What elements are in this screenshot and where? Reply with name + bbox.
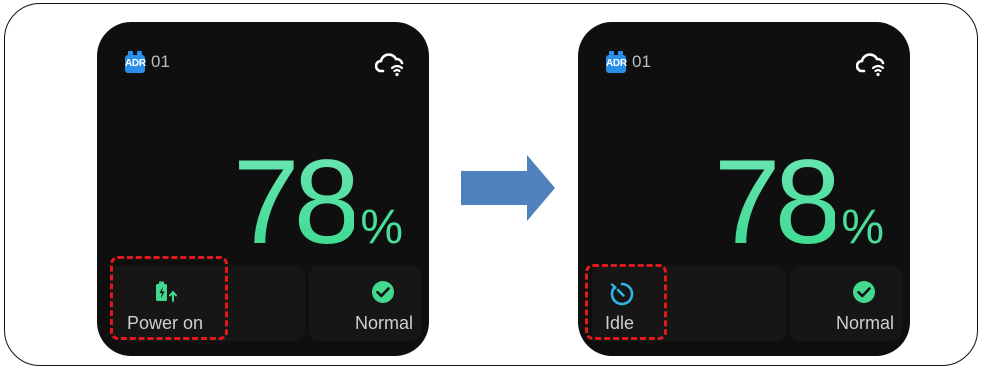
- adr-badge-label: ADR: [606, 58, 627, 69]
- charge-percentage: 78 %: [233, 122, 403, 262]
- status-label-right: Normal: [835, 313, 894, 333]
- device-number: 01: [632, 52, 651, 71]
- percent-sign: %: [841, 201, 884, 254]
- adr-badge-icon: ADR: [125, 51, 146, 73]
- device-number: 01: [151, 52, 170, 71]
- adr-badge-label: ADR: [125, 58, 146, 69]
- charge-percentage: 78 %: [714, 122, 884, 262]
- cloud-wifi-icon: [856, 53, 885, 77]
- check-circle-icon: [372, 281, 394, 303]
- cloud-wifi-icon: [375, 53, 404, 77]
- highlight-box-power-on: [110, 256, 228, 340]
- status-label-right: Normal: [354, 313, 413, 333]
- arrow-right-icon: [461, 155, 555, 221]
- percentage-value: 78: [713, 135, 842, 269]
- percent-sign: %: [360, 201, 403, 254]
- percentage-value: 78: [232, 135, 361, 269]
- highlight-box-idle: [585, 264, 667, 340]
- check-circle-icon: [853, 281, 875, 303]
- adr-badge-icon: ADR: [606, 51, 627, 73]
